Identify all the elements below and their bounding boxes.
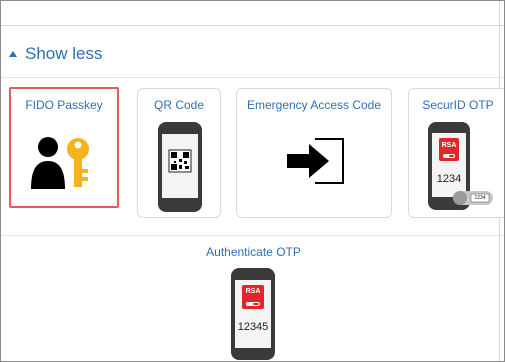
emergency-access-code-option[interactable]: Emergency Access Code bbox=[236, 88, 392, 218]
user-key-icon bbox=[31, 137, 89, 189]
phone-qr-icon bbox=[158, 122, 202, 212]
fido-passkey-option[interactable]: FIDO Passkey bbox=[9, 87, 119, 208]
show-less-toggle[interactable]: Show less bbox=[9, 42, 102, 66]
arrow-into-box-icon bbox=[287, 138, 344, 184]
authentication-panel: Show less FIDO Passkey QR Code Emergency… bbox=[0, 0, 505, 362]
emergency-access-code-label: Emergency Access Code bbox=[246, 98, 382, 112]
top-divider bbox=[1, 25, 504, 26]
section-divider-lower bbox=[1, 235, 504, 236]
fido-passkey-label: FIDO Passkey bbox=[25, 98, 103, 112]
section-divider bbox=[1, 77, 504, 78]
qr-code-label: QR Code bbox=[153, 98, 205, 112]
authenticate-rsa-brand: RSA bbox=[245, 288, 261, 295]
securid-token-code: 1234 bbox=[474, 195, 486, 201]
qr-code-option[interactable]: QR Code bbox=[137, 88, 221, 218]
authenticate-otp-label[interactable]: Authenticate OTP bbox=[1, 245, 504, 259]
securid-otp-option[interactable]: SecurID OTP RSA 1234 1234 bbox=[408, 88, 504, 218]
securid-rsa-brand: RSA bbox=[441, 142, 457, 149]
show-less-label: Show less bbox=[25, 44, 103, 63]
authenticate-otp-code: 12345 bbox=[237, 321, 269, 333]
caret-up-icon bbox=[9, 51, 17, 57]
phone-rsa-icon[interactable] bbox=[230, 267, 276, 361]
securid-otp-label: SecurID OTP bbox=[422, 98, 494, 112]
securid-otp-code: 1234 bbox=[436, 173, 462, 185]
